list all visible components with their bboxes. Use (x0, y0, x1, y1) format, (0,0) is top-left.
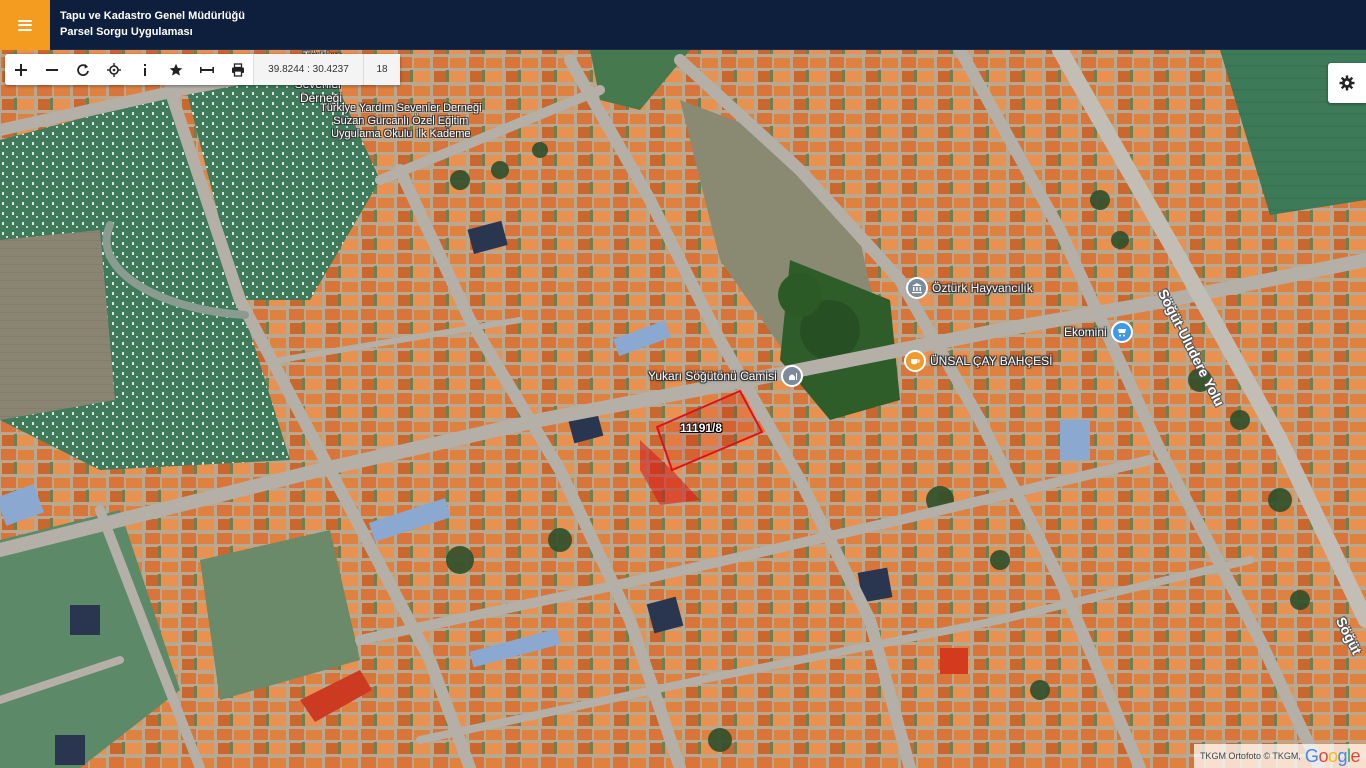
info-icon (143, 63, 146, 76)
coffee-cup-icon (904, 350, 926, 372)
crosshair-icon (106, 62, 121, 77)
bank-icon (906, 277, 928, 299)
settings-button[interactable] (1328, 63, 1366, 103)
shopping-cart-icon (1110, 321, 1133, 343)
print-icon (231, 62, 244, 77)
map-attribution: TKGM Ortofoto © TKGM, Google (1193, 744, 1366, 768)
print-button[interactable] (222, 54, 253, 85)
attribution-source: TKGM Ortofoto © TKGM, (1199, 751, 1301, 761)
star-icon (169, 63, 182, 76)
poi-ekomini[interactable]: Ekomini (1064, 321, 1133, 343)
app-root: Tapu ve Kadastro Genel Müdürlüğü Parsel … (0, 0, 1366, 768)
poi-okul-label[interactable]: Türkiye Yardım Sevenler Derneği Suzan Gü… (320, 102, 482, 141)
satellite-imagery (0, 50, 1366, 768)
app-title-org: Tapu ve Kadastro Genel Müdürlüğü (60, 10, 245, 22)
parcel-label[interactable]: 11191/8 (680, 421, 722, 435)
poi-cay-bahcesi-label: ÜNSAL ÇAY BAHÇESİ (930, 354, 1053, 368)
favorite-button[interactable] (160, 54, 191, 85)
zoom-level-display: 18 (363, 54, 400, 85)
zoom-out-button[interactable] (36, 54, 67, 85)
menu-button[interactable] (0, 0, 50, 50)
poi-ozturk-hayvancilik[interactable]: Öztürk Hayvancılık (906, 277, 1033, 299)
coordinate-display: 39.8244 : 30.4237 (253, 54, 363, 85)
map-toolbar: 39.8244 : 30.4237 18 (5, 54, 400, 85)
minus-icon (45, 68, 58, 71)
hamburger-icon (18, 19, 32, 31)
mosque-icon (780, 365, 803, 387)
plus-icon (14, 63, 27, 76)
poi-camii-label: Yukarı Söğütönü Camisi (648, 369, 777, 383)
refresh-button[interactable] (67, 54, 98, 85)
map-canvas[interactable]: Türkiye Yardım Sevenler Derneği Türkiye … (0, 50, 1366, 768)
locate-button[interactable] (98, 54, 129, 85)
gear-icon (1339, 75, 1355, 91)
app-title-app: Parsel Sorgu Uygulaması (60, 26, 193, 38)
app-header: Tapu ve Kadastro Genel Müdürlüğü Parsel … (0, 0, 1366, 50)
poi-ekomini-label: Ekomini (1064, 325, 1107, 339)
poi-cay-bahcesi[interactable]: ÜNSAL ÇAY BAHÇESİ (904, 350, 1052, 372)
info-button[interactable] (129, 54, 160, 85)
google-logo: Google (1304, 745, 1361, 766)
app-title: Tapu ve Kadastro Genel Müdürlüğü Parsel … (60, 8, 245, 40)
measure-icon (199, 66, 214, 73)
poi-ozturk-label: Öztürk Hayvancılık (932, 281, 1033, 295)
refresh-icon (76, 63, 89, 76)
measure-button[interactable] (191, 54, 222, 85)
zoom-in-button[interactable] (5, 54, 36, 85)
poi-camii[interactable]: Yukarı Söğütönü Camisi (648, 365, 803, 387)
